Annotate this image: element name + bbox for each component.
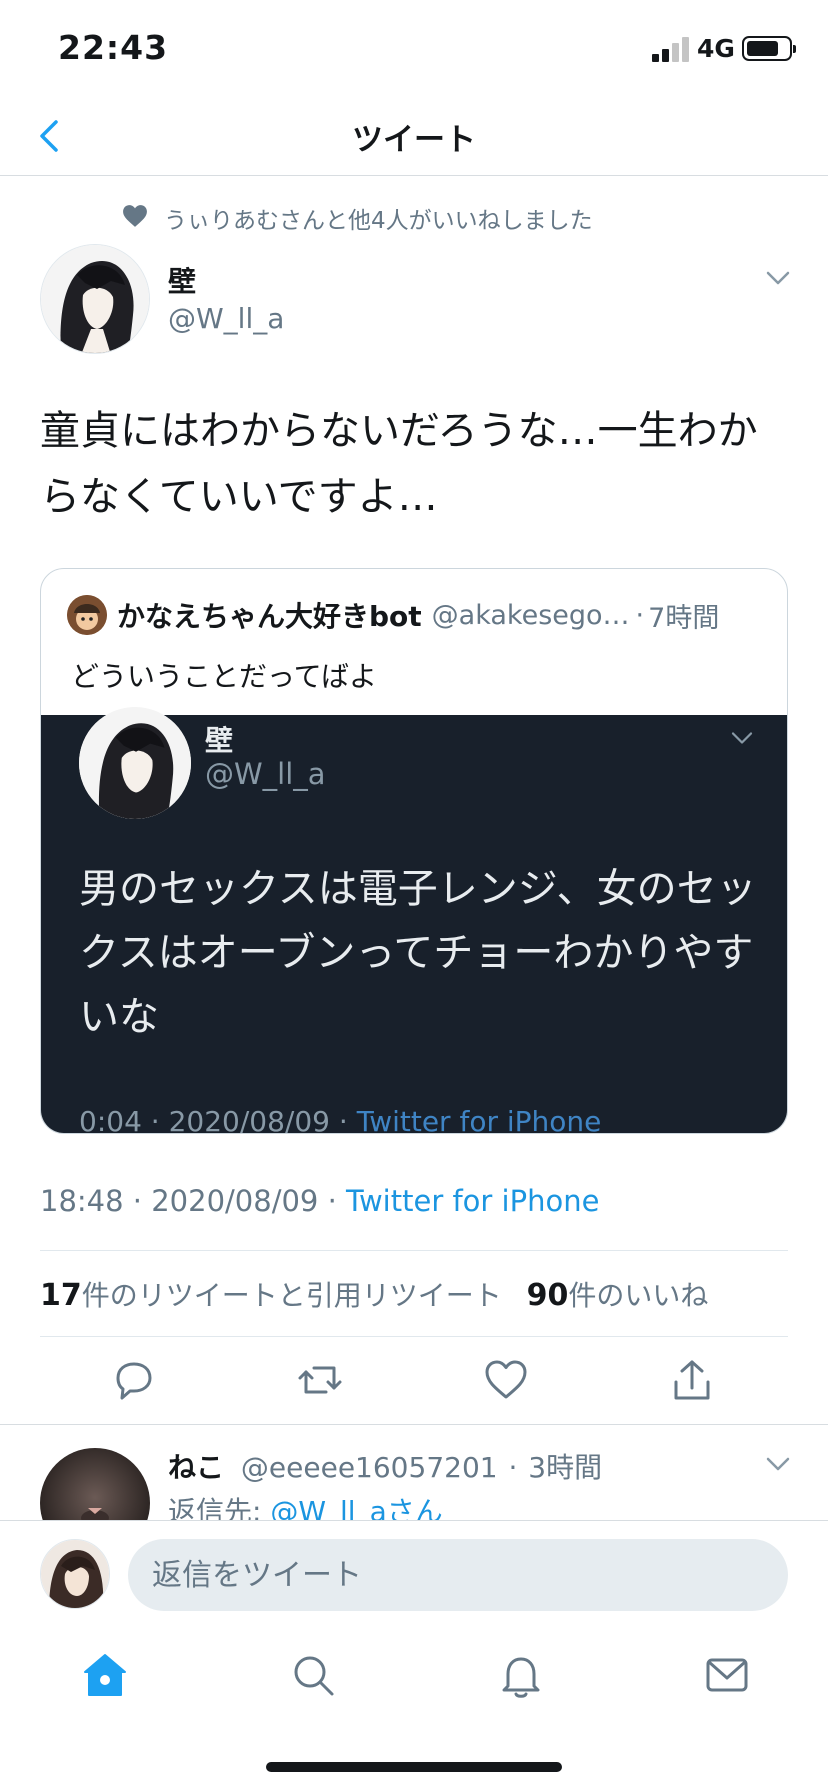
notifications-bell-icon[interactable] [496, 1650, 546, 1700]
home-indicator [266, 1762, 562, 1772]
quoted-time: 7時間 [648, 602, 720, 634]
nav-bar: ツイート [0, 100, 828, 176]
status-bar: 22:43 4G [0, 0, 828, 100]
retweet-stat[interactable]: 17件のリツイートと引用リツイート [40, 1278, 502, 1313]
reply-icon[interactable] [110, 1356, 158, 1404]
messages-mail-icon[interactable] [702, 1650, 752, 1700]
author-handle[interactable]: @W_ll_a [168, 302, 284, 335]
social-context[interactable]: うぃりあむさんと他4人がいいねしました [122, 200, 593, 236]
reply-time: 3時間 [528, 1451, 603, 1484]
separator-dot: · [338, 1105, 348, 1134]
like-heart-icon[interactable] [482, 1356, 530, 1404]
tweet-source-link[interactable]: Twitter for iPhone [346, 1184, 599, 1218]
home-icon[interactable] [80, 1650, 130, 1700]
tweet-stats: 17件のリツイートと引用リツイート 90件のいいね [40, 1274, 708, 1314]
quoted-author-avatar [67, 595, 107, 635]
network-type: 4G [697, 34, 735, 63]
retweet-icon[interactable] [296, 1356, 344, 1404]
separator-dot: · [635, 599, 645, 631]
quoted-tweet-header: かなえちゃん大好きbot @akakesego… · 7時間 [67, 595, 767, 635]
quoted-tweet[interactable]: かなえちゃん大好きbot @akakesego… · 7時間 どういうことだって… [40, 568, 788, 1134]
search-icon[interactable] [288, 1650, 338, 1700]
image-author-avatar [79, 707, 191, 819]
reply-author-handle: @eeeee16057201 [240, 1451, 498, 1484]
separator-dot: · [150, 1105, 160, 1134]
separator-dot: · [327, 1184, 337, 1218]
page-title: ツイート [352, 122, 476, 158]
quoted-author-handle: @akakesego… [431, 599, 630, 631]
separator-dot: · [508, 1451, 518, 1484]
separator-dot: · [132, 1184, 143, 1218]
author-avatar[interactable] [40, 244, 150, 354]
signal-icon [652, 36, 692, 62]
chevron-down-icon [729, 729, 755, 747]
reply-compose-bar [0, 1520, 828, 1620]
chevron-down-icon[interactable] [764, 268, 792, 288]
tweet-date: 2020/08/09 [151, 1184, 319, 1218]
like-label: 件のいいね [568, 1279, 709, 1312]
retweet-count: 17 [40, 1278, 82, 1313]
reply-author[interactable]: ねこ @eeeee16057201 · 3時間 [168, 1446, 602, 1486]
image-author-handle: @W_ll_a [205, 757, 326, 791]
reply-input[interactable] [128, 1539, 788, 1611]
image-meta-source: Twitter for iPhone [356, 1105, 602, 1134]
chevron-down-icon[interactable] [764, 1454, 792, 1474]
heart-icon [122, 204, 148, 232]
quoted-tweet-text: どういうことだってばよ [71, 660, 378, 693]
like-count: 90 [526, 1278, 569, 1313]
social-context-text: うぃりあむさんと他4人がいいねしました [164, 208, 593, 234]
tweet-text: 童貞にはわからないだろうな…一生わからなくていいですよ… [40, 408, 758, 520]
image-author-name: 壁 [205, 724, 234, 757]
current-user-avatar[interactable] [40, 1539, 110, 1609]
author-name[interactable]: 壁 [168, 260, 196, 300]
tweet-actions [0, 1356, 828, 1416]
status-time: 22:43 [58, 28, 169, 67]
image-tweet-text: 男のセックスは電子レンジ、女のセックスはオーブンってチョーわかりやすいな [79, 866, 757, 1040]
image-tweet-meta: 0:04 · 2020/08/09 · Twitter for iPhone [79, 1105, 602, 1134]
tweet-time: 18:48 [40, 1184, 124, 1218]
quoted-author-name: かなえちゃん大好きbot [117, 600, 422, 633]
share-icon[interactable] [668, 1356, 716, 1404]
divider [40, 1250, 788, 1251]
like-stat[interactable]: 90件のいいね [526, 1278, 709, 1313]
image-meta-date: 2020/08/09 [168, 1105, 330, 1134]
section-divider [0, 1424, 828, 1425]
quoted-tweet-image[interactable]: 壁 @W_ll_a 男のセックスは電子レンジ、女のセックスはオーブンってチョーわ… [41, 707, 787, 1134]
retweet-label: 件のリツイートと引用リツイート [81, 1279, 502, 1312]
divider [40, 1336, 788, 1337]
image-meta-time: 0:04 [79, 1105, 142, 1134]
tweet-meta: 18:48 · 2020/08/09 · Twitter for iPhone [40, 1184, 599, 1218]
battery-icon [742, 36, 796, 61]
reply-author-name: ねこ [168, 1451, 225, 1484]
tab-bar [0, 1620, 828, 1740]
